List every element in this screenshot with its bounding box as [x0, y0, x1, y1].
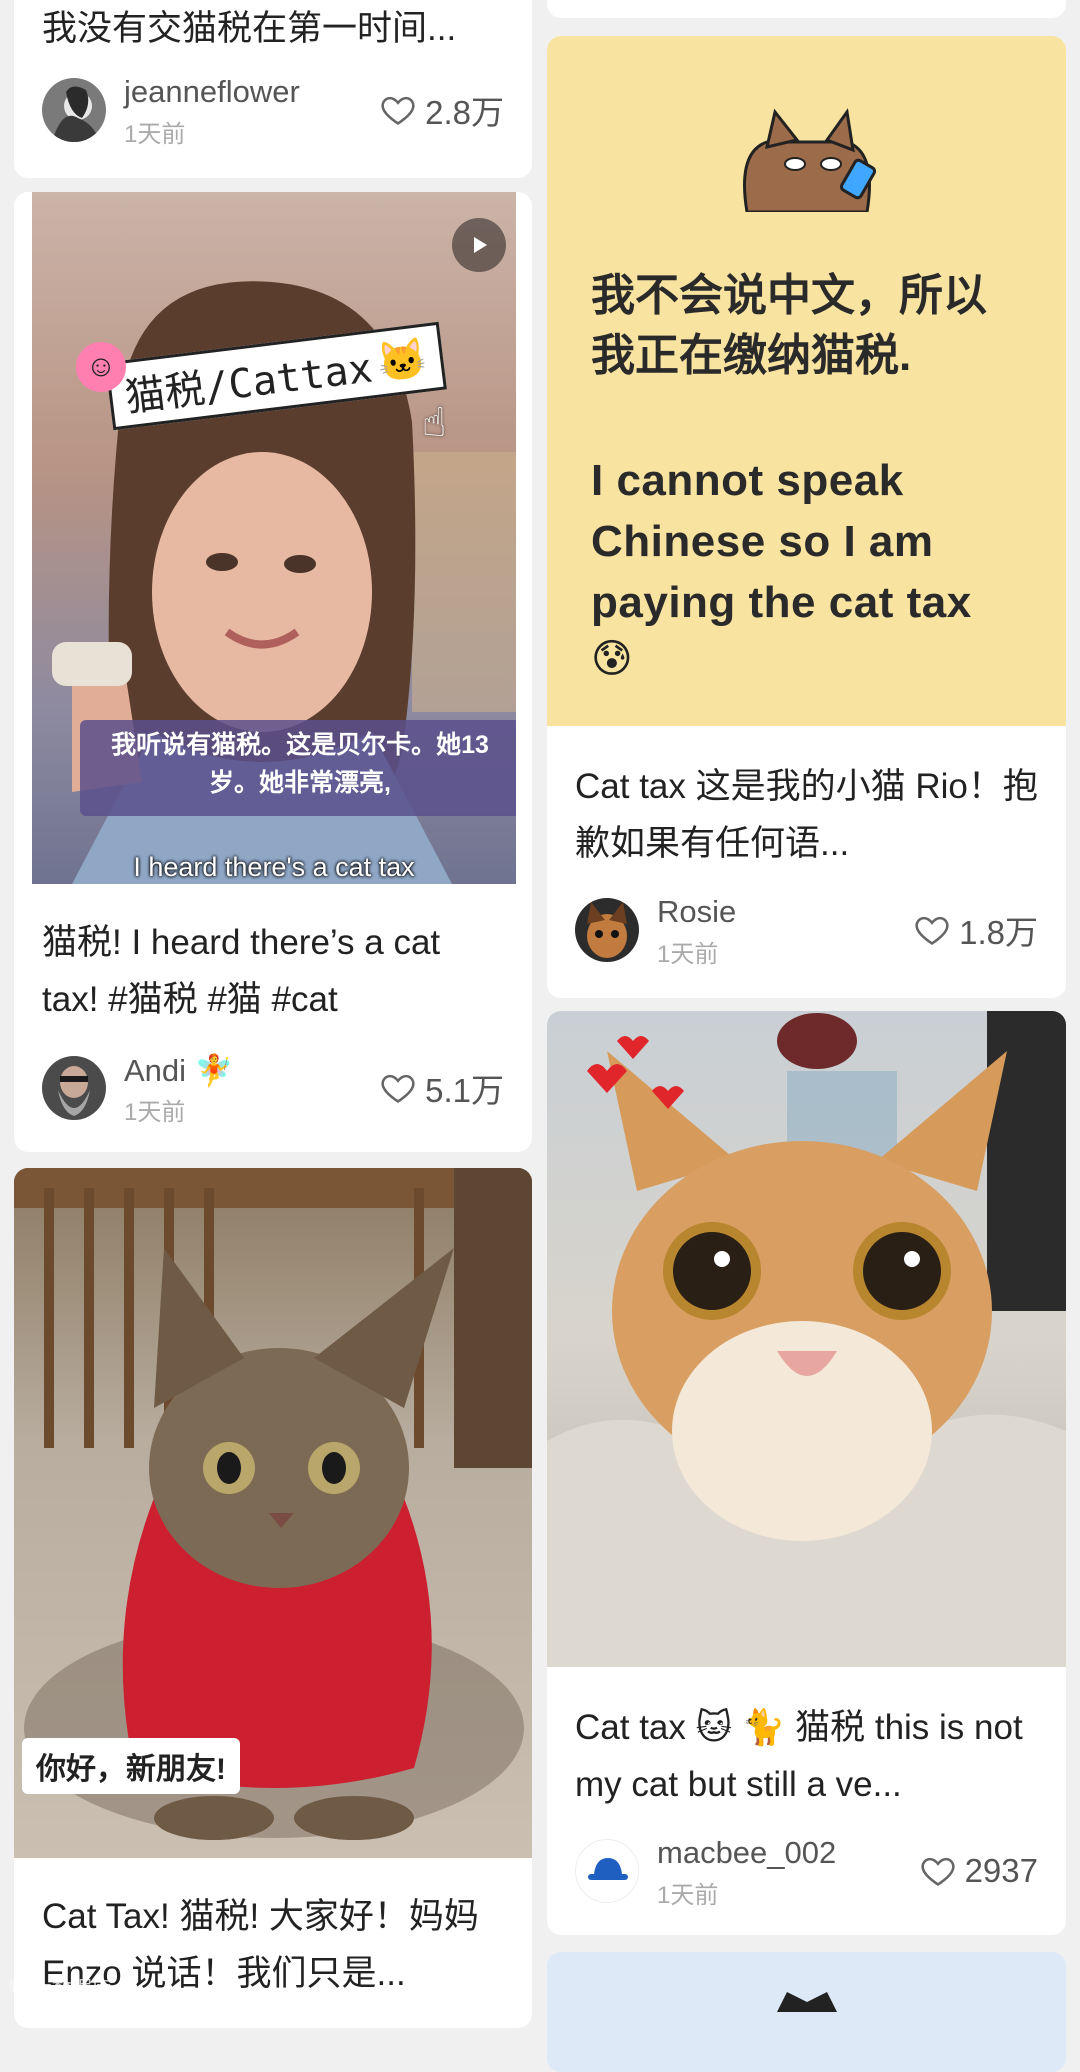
like-count: 1.8万 — [959, 914, 1038, 951]
media-caption: 你好，新朋友! — [22, 1738, 240, 1794]
like-button[interactable]: 2937 — [919, 1839, 1038, 1903]
post-image[interactable] — [547, 1011, 1066, 1667]
post-card[interactable] — [547, 0, 1066, 18]
like-button[interactable]: 1.8万 — [913, 898, 1038, 962]
author-name: Rosie — [657, 894, 737, 929]
like-count: 5.1万 — [425, 1072, 504, 1109]
avatar[interactable] — [575, 898, 639, 962]
post-video-thumbnail[interactable]: 猫税/Cattax 🐱 ☺ ☝ 我听说有猫税。这是贝尔卡。她13岁。她非常漂亮, … — [32, 192, 516, 884]
avatar[interactable] — [575, 1839, 639, 1903]
like-button[interactable]: 5.1万 — [379, 1056, 504, 1120]
author-name: macbee_002 — [657, 1835, 837, 1870]
pointer-hand-icon: ☝ — [422, 401, 447, 445]
app-logo-icon: ☾ — [8, 1976, 26, 1998]
post-image[interactable] — [547, 1952, 1066, 2012]
heart-icon — [381, 1074, 415, 1103]
post-time: 1天前 — [657, 1882, 719, 1909]
avatar[interactable] — [42, 78, 106, 142]
post-title: 我没有交猫税在第一时间... — [42, 9, 457, 48]
post-card[interactable]: 我不会说中文，所以 我正在缴纳猫税. I cannot speak Chines… — [547, 36, 1066, 998]
post-card[interactable]: 你好，新朋友! Cat Tax! 猫税! 大家好！妈妈 Enzo 说话！我们只是… — [14, 1168, 532, 2028]
sweat-emoji-icon: 😰 — [591, 637, 633, 681]
author-name: jeanneflower — [124, 74, 300, 109]
post-title: 猫税! I heard there’s a cat tax! #猫税 #猫 #c… — [42, 923, 441, 1019]
post-time: 1天前 — [124, 1099, 186, 1126]
post-author[interactable]: Rosie 1天前 1.8万 — [575, 894, 1038, 968]
post-time: 1天前 — [124, 121, 186, 148]
smiley-icon: ☺ — [76, 342, 126, 392]
play-button[interactable] — [452, 218, 506, 272]
like-count: 2.8万 — [425, 94, 504, 131]
post-author[interactable]: macbee_002 1天前 2937 — [575, 1835, 1038, 1909]
post-title: Cat tax 🐱 🐈 猫税 this is not my cat but st… — [575, 1708, 1023, 1804]
post-card[interactable]: 我没有交猫税在第一时间... jeanneflower 1天前 2.8万 — [14, 0, 532, 178]
media-text-chinese: 我不会说中文，所以 我正在缴纳猫税. — [591, 271, 987, 380]
watermark: ☾ 大数据库 — [8, 1976, 112, 2000]
post-author[interactable]: Andi 🧚 1天前 5.1万 — [42, 1053, 504, 1126]
post-card[interactable]: Cat tax 🐱 🐈 猫税 this is not my cat but st… — [547, 1011, 1066, 1935]
post-image[interactable]: 你好，新朋友! — [14, 1168, 532, 1858]
media-text-english: I cannot speak Chinese so I am paying th… — [591, 456, 972, 627]
post-title: Cat tax 这是我的小猫 Rio！抱歉如果有任何语... — [575, 767, 1038, 863]
avatar[interactable] — [42, 1056, 106, 1120]
post-time: 1天前 — [657, 941, 719, 968]
like-button[interactable]: 2.8万 — [379, 78, 504, 142]
media-caption: 我听说有猫税。这是贝尔卡。她13岁。她非常漂亮, — [80, 720, 516, 816]
media-caption-english: I heard there's a cat tax — [133, 852, 415, 882]
heart-icon — [381, 96, 415, 125]
post-author[interactable]: jeanneflower 1天前 2.8万 — [42, 74, 504, 148]
play-icon — [474, 237, 487, 253]
post-card[interactable] — [547, 1952, 1066, 2072]
heart-icon — [921, 1857, 955, 1886]
post-card[interactable]: 猫税/Cattax 🐱 ☺ ☝ 我听说有猫税。这是贝尔卡。她13岁。她非常漂亮, … — [14, 192, 532, 1152]
post-image[interactable]: 我不会说中文，所以 我正在缴纳猫税. I cannot speak Chines… — [547, 36, 1066, 726]
cat-illustration — [743, 108, 877, 212]
like-count: 2937 — [964, 1852, 1038, 1889]
heart-icon — [915, 916, 949, 945]
author-name: Andi 🧚 — [124, 1053, 234, 1088]
